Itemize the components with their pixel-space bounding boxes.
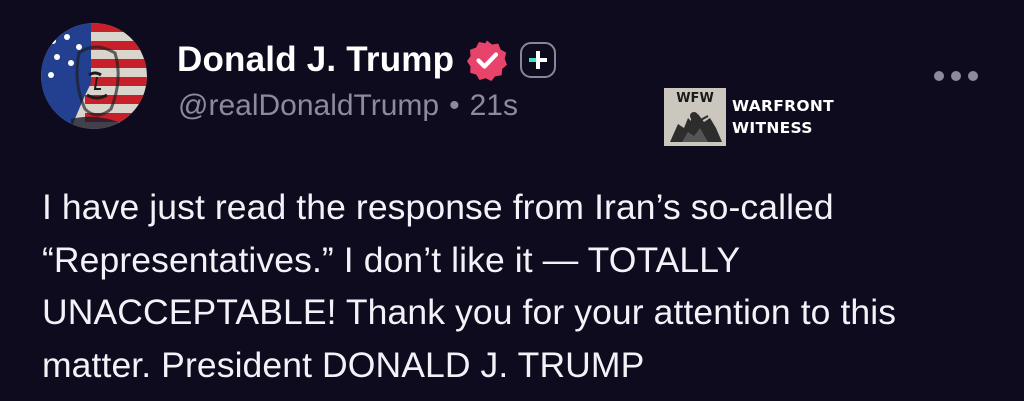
post-meta: @realDonaldTrump • 21s [178, 89, 518, 123]
more-options-icon[interactable] [934, 62, 978, 90]
watermark-logo: WFW [664, 88, 726, 146]
post-card: Donald J. Trump @realDonaldTrump • 21s W… [0, 0, 1024, 401]
more-dot [951, 71, 961, 81]
author-display-name[interactable]: Donald J. Trump [177, 40, 454, 80]
more-dot [934, 71, 944, 81]
avatar-image [41, 23, 147, 129]
more-dot [968, 71, 978, 81]
watermark-logo-text: WFW [676, 91, 714, 106]
follow-button[interactable] [520, 42, 557, 78]
watermark-text: WARFRONT WITNESS [732, 95, 834, 139]
meta-separator: • [449, 89, 460, 122]
author-handle[interactable]: @realDonaldTrump [178, 89, 439, 123]
watermark-line-1: WARFRONT [732, 97, 834, 115]
post-body-text: I have just read the response from Iran’… [42, 187, 897, 385]
post-timestamp[interactable]: 21s [470, 89, 518, 123]
watermark-line-2: WITNESS [732, 119, 813, 137]
author-name-row: Donald J. Trump [177, 37, 557, 83]
watermark: WFW WARFRONT WITNESS [664, 88, 834, 146]
avatar[interactable] [41, 23, 147, 129]
verified-badge-icon [466, 39, 508, 81]
plus-icon [529, 51, 548, 69]
